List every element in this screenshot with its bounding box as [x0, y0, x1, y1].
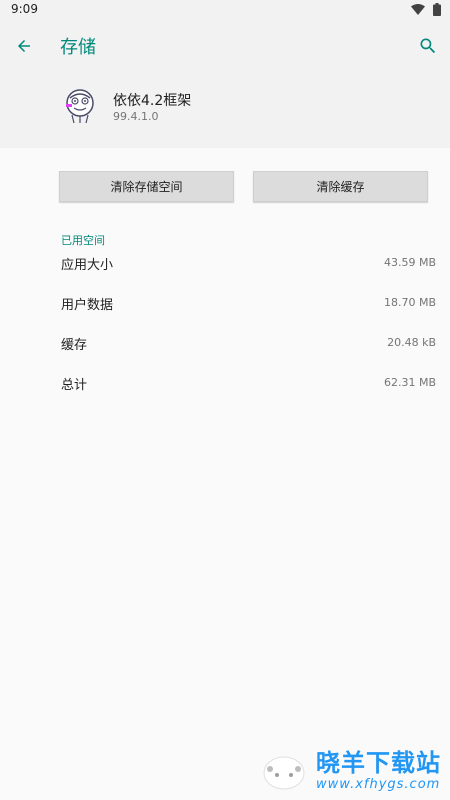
- sheep-logo-icon: [263, 756, 305, 790]
- app-icon: [66, 89, 94, 124]
- row-label: 缓存: [61, 338, 88, 353]
- battery-icon: [433, 3, 441, 16]
- watermark: 晓羊下载站 www.xfhygs.com: [260, 742, 450, 800]
- section-header-used-space: 已用空间: [61, 234, 105, 247]
- app-name: 依依4.2框架: [113, 93, 192, 109]
- row-value: 20.48 kB: [387, 336, 436, 349]
- search-icon: [420, 38, 436, 54]
- row-value: 18.70 MB: [383, 296, 436, 309]
- clear-cache-button[interactable]: 清除缓存: [253, 171, 428, 202]
- row-label: 总计: [61, 378, 88, 393]
- search-button[interactable]: [414, 32, 442, 60]
- status-time: 9:09: [11, 2, 38, 16]
- clear-storage-button[interactable]: 清除存储空间: [59, 171, 234, 202]
- app-version: 99.4.1.0: [113, 110, 159, 123]
- status-icons: [411, 3, 441, 16]
- row-label: 应用大小: [61, 258, 114, 273]
- row-value: 43.59 MB: [383, 256, 436, 269]
- watermark-name: 晓羊下载站: [316, 749, 441, 777]
- watermark-url: www.xfhygs.com: [316, 777, 441, 792]
- arrow-back-icon: [18, 40, 30, 52]
- wifi-icon: [411, 4, 425, 15]
- back-button[interactable]: [10, 32, 38, 60]
- row-value: 62.31 MB: [383, 376, 436, 389]
- row-label: 用户数据: [61, 298, 114, 313]
- app-header: 存储 依依4.2框架 99.4.1.0: [0, 20, 450, 148]
- status-bar: 9:09: [0, 0, 450, 20]
- page-title: 存储: [60, 37, 96, 58]
